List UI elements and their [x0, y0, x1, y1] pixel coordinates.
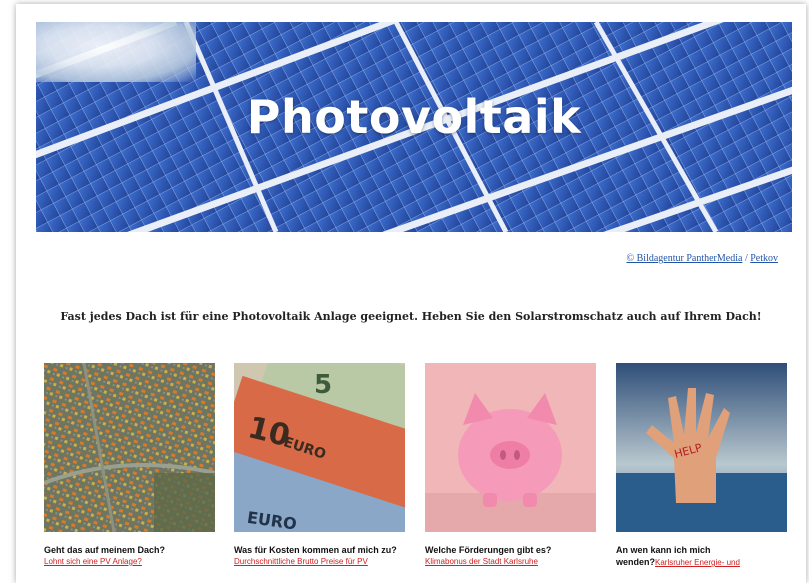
- card-grid: Geht das auf meinem Dach? Lohnt sich ein…: [44, 363, 787, 573]
- card-title-line1: An wen kann ich mich: [616, 545, 711, 555]
- hero-banner: Photovoltaik: [36, 22, 792, 232]
- sky-clouds: [36, 22, 196, 82]
- page-title: Photovoltaik: [246, 90, 582, 144]
- card-title: Welche Förderungen gibt es?: [425, 545, 552, 555]
- svg-text:5: 5: [314, 370, 332, 400]
- credit-separator: /: [744, 253, 748, 264]
- help-hand-water-image[interactable]: HELP: [616, 363, 787, 532]
- image-credit: © Bildagentur PantherMedia / Petkov: [627, 253, 778, 264]
- card-link[interactable]: Durchschnittliche Brutto Preise für PV: [234, 556, 405, 568]
- euro-banknotes-image[interactable]: 10 EURO 5 EURO: [234, 363, 405, 532]
- card-title: Was für Kosten kommen auf mich zu?: [234, 545, 397, 555]
- card-link[interactable]: Lohnt sich eine PV Anlage?: [44, 556, 215, 568]
- card-link[interactable]: Klimabonus der Stadt Karlsruhe: [425, 556, 596, 568]
- card-contact: HELP An wen kann ich mich wenden?Karlsru…: [616, 363, 787, 569]
- card-funding: Welche Förderungen gibt es? Klimabonus d…: [425, 363, 596, 568]
- card-link[interactable]: Karlsruher Energie- und: [655, 558, 740, 567]
- card-costs: 10 EURO 5 EURO Was für Kosten kommen auf…: [234, 363, 405, 568]
- credit-agency-link[interactable]: © Bildagentur PantherMedia: [627, 253, 743, 264]
- page: Photovoltaik © Bildagentur PantherMedia …: [16, 4, 806, 583]
- card-title: An wen kann ich mich wenden?Karlsruher E…: [616, 544, 787, 569]
- credit-author-link[interactable]: Petkov: [750, 253, 778, 264]
- tagline: Fast jedes Dach ist für eine Photovoltai…: [60, 310, 762, 323]
- card-title-line2: wenden?: [616, 557, 656, 567]
- card-title: Geht das auf meinem Dach?: [44, 545, 166, 555]
- piggy-bank-image[interactable]: [425, 363, 596, 532]
- card-roof-check: Geht das auf meinem Dach? Lohnt sich ein…: [44, 363, 215, 568]
- aerial-city-map-image[interactable]: [44, 363, 215, 532]
